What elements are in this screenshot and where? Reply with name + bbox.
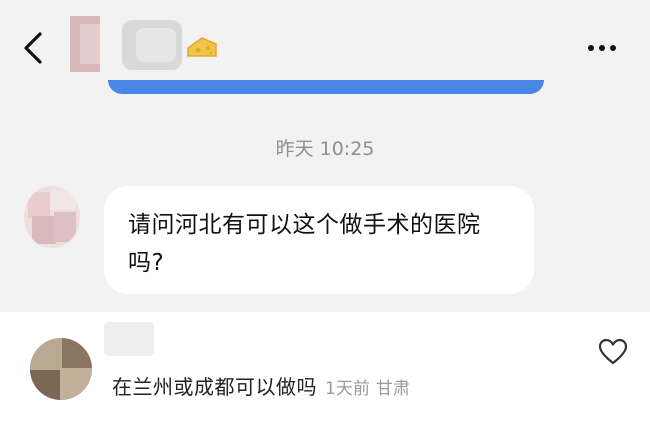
chevron-left-icon	[24, 32, 42, 64]
comment-card: 在兰州或成都可以做吗 1天前 甘肃	[0, 312, 650, 426]
heart-outline-icon	[598, 338, 628, 365]
commenter-name-blurred	[104, 322, 154, 356]
comment-location: 甘肃	[375, 379, 410, 399]
back-button[interactable]	[20, 30, 48, 66]
sender-avatar[interactable]	[24, 186, 80, 248]
chat-header	[0, 0, 650, 112]
more-options-button[interactable]	[586, 40, 618, 54]
comment-body: 在兰州或成都可以做吗 1天前 甘肃	[112, 372, 410, 404]
message-timestamp: 昨天 10:25	[275, 138, 375, 160]
cheese-badge-icon	[186, 36, 220, 60]
message-text: 请问河北有可以这个做手术的医院吗?	[128, 212, 481, 276]
comment-text: 在兰州或成都可以做吗	[112, 375, 317, 399]
more-horizontal-icon	[588, 45, 616, 51]
message-bubble[interactable]: 请问河北有可以这个做手术的医院吗?	[104, 186, 534, 294]
commenter-avatar[interactable]	[30, 338, 92, 400]
header-accent-bar	[108, 80, 544, 94]
like-button[interactable]	[598, 338, 628, 366]
contact-name-blurred	[70, 14, 182, 74]
comment-time: 1天前	[325, 379, 370, 399]
